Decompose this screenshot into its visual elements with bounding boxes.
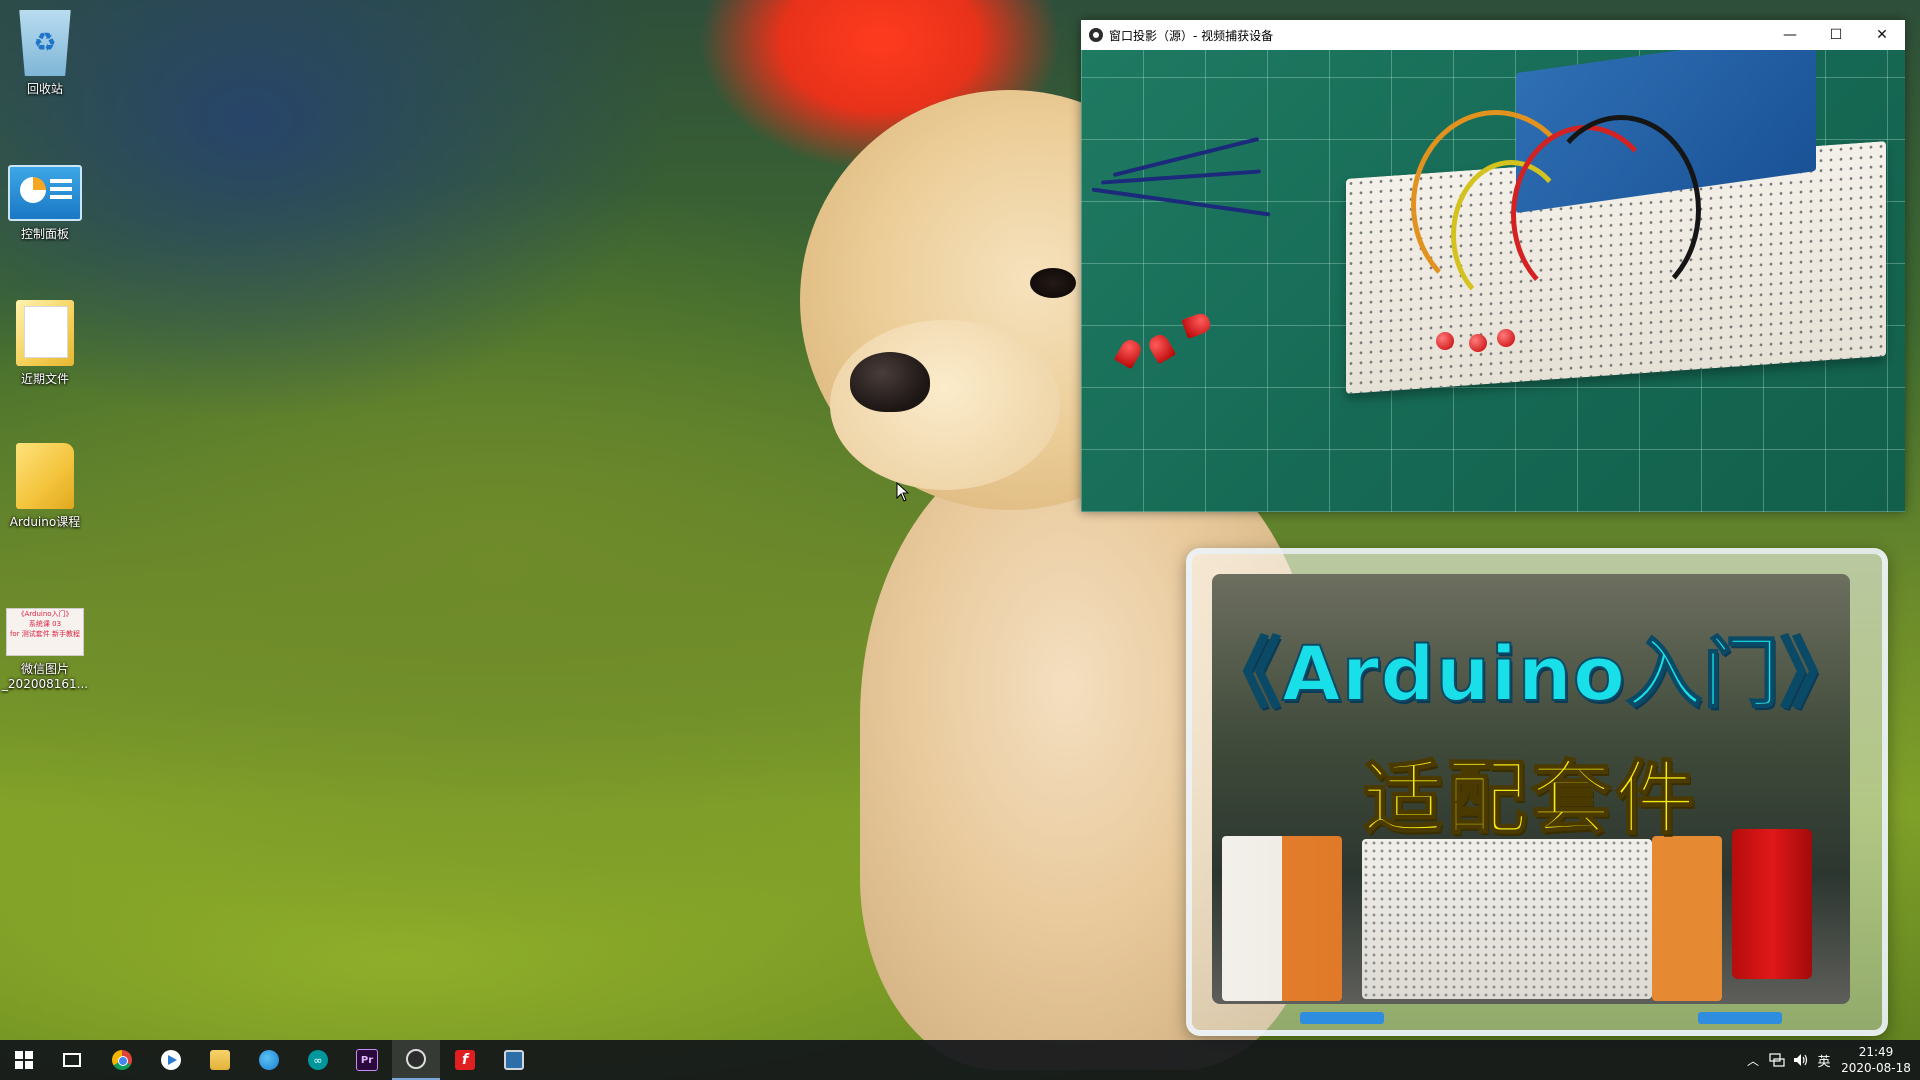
desktop-icon-recycle-bin[interactable]: ♻ 回收站 xyxy=(4,10,86,97)
edge-icon xyxy=(259,1050,279,1070)
clock[interactable]: 21:49 2020-08-18 xyxy=(1836,1040,1916,1080)
desktop-icon-label: 控制面板 xyxy=(20,227,69,241)
arduino-icon: ∞ xyxy=(308,1050,328,1070)
desktop-icon-label: Arduino课程 xyxy=(9,515,81,529)
kit-promo-image: 《Arduino入门》 适配套件 xyxy=(1186,548,1888,1036)
recent-files-folder-icon xyxy=(16,300,74,366)
volume-button[interactable] xyxy=(1790,1040,1812,1080)
control-panel-icon xyxy=(8,165,82,221)
maximize-button[interactable]: ☐ xyxy=(1813,20,1859,50)
desktop-icon-label-line2: _202008161... xyxy=(1,677,89,691)
obs-icon xyxy=(406,1049,426,1069)
taskbar-app-chrome[interactable] xyxy=(98,1040,146,1080)
kit-breadboard xyxy=(1362,839,1652,999)
promo-title: 《Arduino入门》 xyxy=(1204,628,1858,719)
taskbar: ∞ Pr f ︿ 英 21:49 2020-08-18 xyxy=(0,1040,1920,1080)
desktop-icon-control-panel[interactable]: 控制面板 xyxy=(4,165,86,242)
minimize-button[interactable]: — xyxy=(1767,20,1813,50)
chrome-icon xyxy=(112,1050,132,1070)
desktop: ♻ 回收站 控制面板 近期文件 Arduino课程 《Arduino入门》 系统… xyxy=(0,0,1920,1080)
folder-icon xyxy=(16,443,74,509)
speaker-icon xyxy=(1794,1054,1808,1066)
desktop-icon-label: 微信图片 xyxy=(20,662,69,676)
desktop-icon-label: 回收站 xyxy=(26,82,63,96)
window-titlebar[interactable]: 窗口投影（源）- 视频捕获设备 — ☐ ✕ xyxy=(1081,20,1905,50)
windows-logo-icon xyxy=(15,1051,33,1069)
mb-102-package xyxy=(1652,836,1722,1001)
taskbar-app-arduino-ide[interactable]: ∞ xyxy=(294,1040,342,1080)
clock-date: 2020-08-18 xyxy=(1841,1061,1911,1075)
jumper-wire xyxy=(1091,187,1271,217)
taskbar-app-obs-studio[interactable] xyxy=(392,1040,440,1080)
desktop-icon-arduino-course[interactable]: Arduino课程 xyxy=(4,443,86,530)
foxit-icon: f xyxy=(455,1050,475,1070)
desktop-icon-recent-files[interactable]: 近期文件 xyxy=(4,300,86,387)
black-wire xyxy=(1541,115,1701,305)
task-view-button[interactable] xyxy=(48,1040,96,1080)
network-icon xyxy=(1769,1053,1785,1067)
taskbar-app-foxit-reader[interactable]: f xyxy=(441,1040,489,1080)
9v-battery xyxy=(1732,829,1812,979)
mouse-cursor-icon xyxy=(896,482,910,502)
file-explorer-icon xyxy=(210,1050,230,1070)
led xyxy=(1469,334,1487,352)
loose-led xyxy=(1113,336,1145,370)
desktop-icon-wechat-image[interactable]: 《Arduino入门》 系统课 03 for 测试套件 新手教程 微信图片 _2… xyxy=(1,608,89,692)
chevron-up-icon: ︿ xyxy=(1746,1053,1759,1068)
wallpaper-puppy-eye xyxy=(1030,268,1076,298)
led xyxy=(1436,332,1454,350)
recycle-bin-icon: ♻ xyxy=(19,10,71,76)
task-view-icon xyxy=(63,1053,81,1067)
box-latch xyxy=(1698,1012,1782,1024)
monitor-icon xyxy=(504,1050,524,1070)
desktop-icon-label: 近期文件 xyxy=(20,372,69,386)
video-preview xyxy=(1081,50,1905,512)
image-file-icon: 《Arduino入门》 系统课 03 for 测试套件 新手教程 xyxy=(6,608,84,656)
promo-subtitle: 适配套件 xyxy=(1362,751,1699,846)
taskbar-app-edge[interactable] xyxy=(245,1040,293,1080)
clock-time: 21:49 xyxy=(1858,1045,1894,1059)
loose-led xyxy=(1181,311,1213,339)
video-capture-window[interactable]: 窗口投影（源）- 视频捕获设备 — ☐ ✕ xyxy=(1081,20,1905,512)
close-button[interactable]: ✕ xyxy=(1859,20,1905,50)
taskbar-app-media-player[interactable] xyxy=(147,1040,195,1080)
loose-led xyxy=(1145,331,1177,365)
obs-icon xyxy=(1089,28,1103,42)
play-icon xyxy=(161,1050,181,1070)
window-title: 窗口投影（源）- 视频捕获设备 xyxy=(1109,28,1274,43)
wallpaper-puppy-nose xyxy=(850,352,930,412)
box-latch xyxy=(1300,1012,1384,1024)
network-button[interactable] xyxy=(1766,1040,1788,1080)
show-hidden-icons-button[interactable]: ︿ xyxy=(1744,1040,1762,1080)
breadboard-package xyxy=(1222,836,1342,1001)
premiere-icon: Pr xyxy=(356,1049,378,1071)
input-method-indicator[interactable]: 英 xyxy=(1812,1040,1836,1080)
taskbar-app-remote-desktop[interactable] xyxy=(490,1040,538,1080)
start-button[interactable] xyxy=(0,1040,48,1080)
led xyxy=(1497,329,1515,347)
taskbar-app-file-explorer[interactable] xyxy=(196,1040,244,1080)
taskbar-app-premiere-pro[interactable]: Pr xyxy=(343,1040,391,1080)
